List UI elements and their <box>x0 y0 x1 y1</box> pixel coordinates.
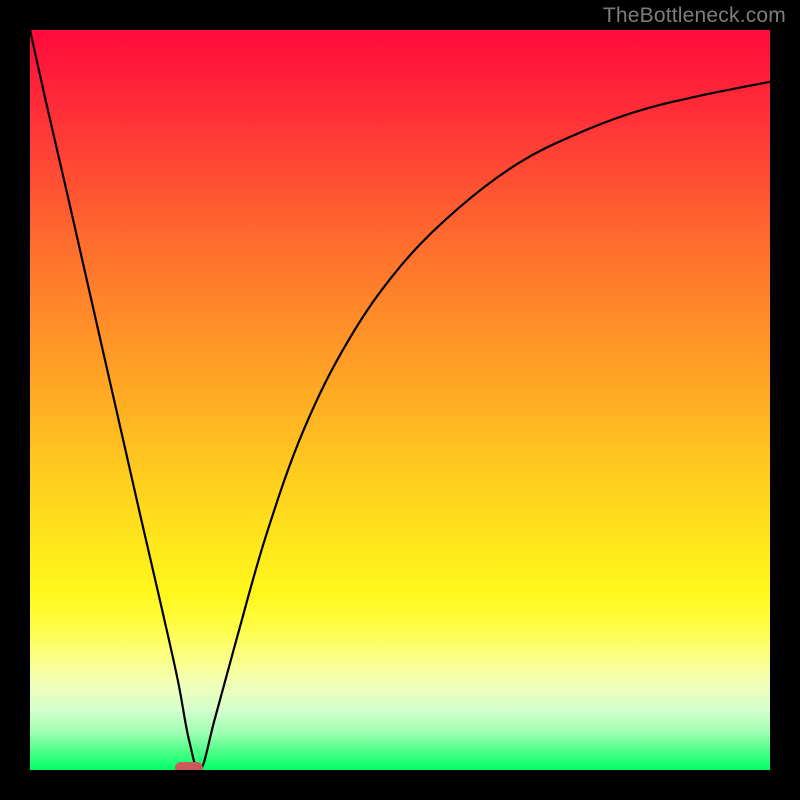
minimum-marker <box>175 762 203 770</box>
watermark-text: TheBottleneck.com <box>603 4 786 28</box>
plot-area <box>30 30 770 770</box>
bottleneck-curve <box>30 30 770 770</box>
chart-frame: TheBottleneck.com <box>0 0 800 800</box>
curve-layer <box>30 30 770 770</box>
